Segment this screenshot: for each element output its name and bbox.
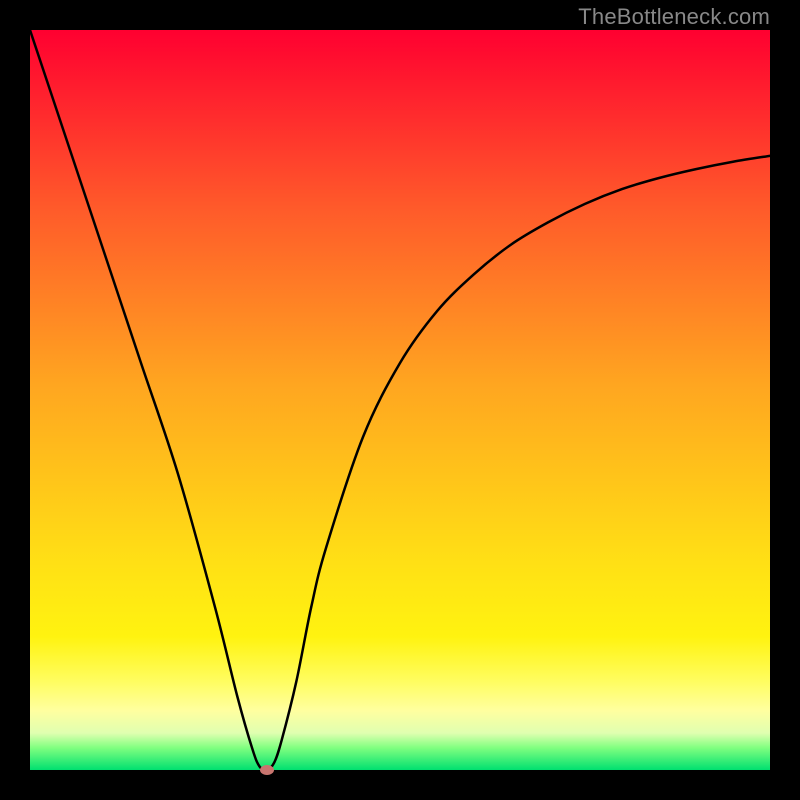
plot-area [30, 30, 770, 770]
bottleneck-curve [30, 30, 770, 770]
minimum-marker [260, 765, 274, 775]
chart-frame: TheBottleneck.com [0, 0, 800, 800]
watermark-text: TheBottleneck.com [578, 4, 770, 30]
curve-svg [30, 30, 770, 770]
